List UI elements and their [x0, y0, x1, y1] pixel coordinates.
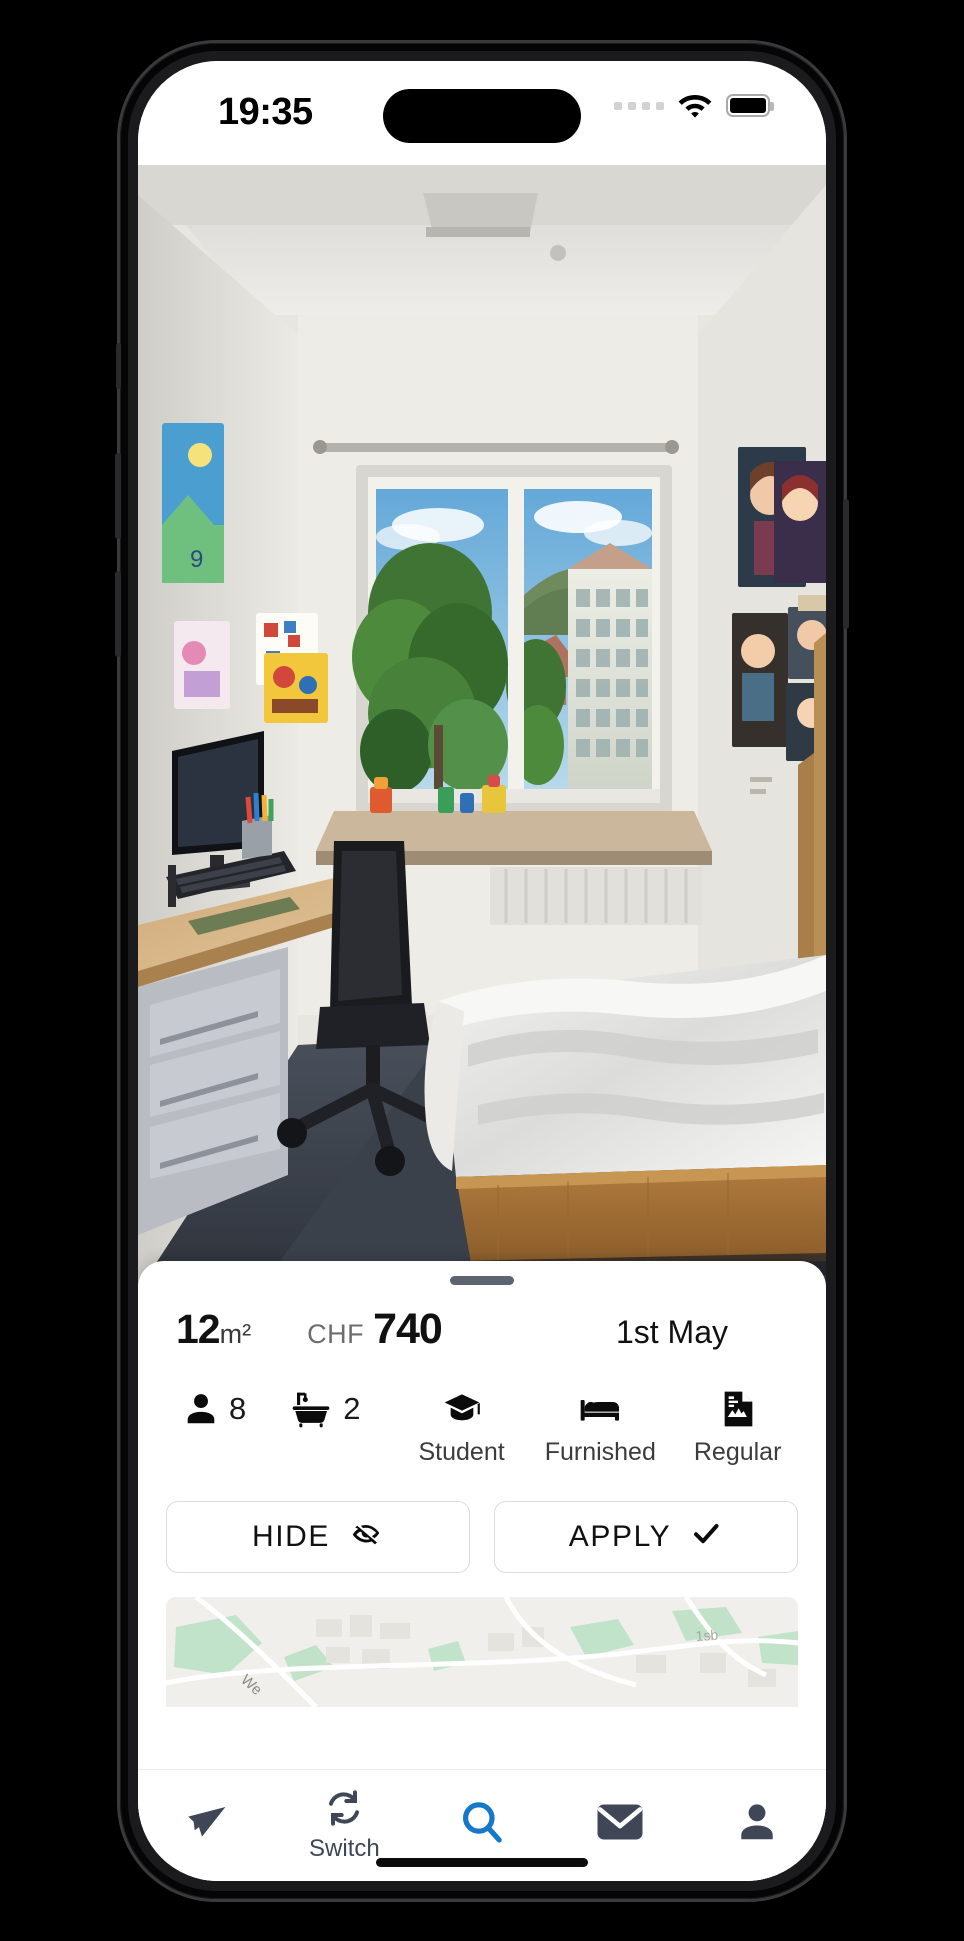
check-icon — [689, 1518, 723, 1556]
map-preview[interactable]: We 1sb — [166, 1596, 798, 1707]
apply-button-label: APPLY — [568, 1519, 672, 1553]
currency-label: CHF — [307, 1318, 365, 1349]
graduation-cap-icon — [440, 1385, 484, 1433]
bathroom-count: 2 — [343, 1390, 361, 1426]
nav-item-flights[interactable] — [138, 1770, 276, 1881]
status-indicators — [614, 93, 774, 119]
occupants-count-group: 8 — [182, 1385, 246, 1433]
status-time: 19:35 — [218, 90, 313, 133]
refresh-switch-icon — [322, 1788, 366, 1833]
person-icon — [733, 1799, 781, 1850]
amenity-student: Student — [419, 1385, 505, 1467]
dynamic-island — [383, 88, 581, 143]
amenity-occupants: 8 — [182, 1385, 246, 1433]
svg-text:9: 9 — [190, 546, 203, 573]
signal-dots-icon — [614, 101, 664, 110]
action-buttons: HIDE APPLY — [138, 1500, 826, 1573]
svg-text:1sb: 1sb — [695, 1626, 719, 1644]
amenity-bathrooms: 2 — [290, 1385, 361, 1433]
available-from-date: 1st May — [615, 1313, 728, 1350]
occupants-count: 8 — [229, 1390, 247, 1426]
power-button[interactable] — [843, 498, 849, 629]
battery-full-icon — [726, 94, 774, 117]
listing-summary-row: 12m² CHF 740 1st May — [138, 1305, 826, 1379]
bathroom-count-group: 2 — [290, 1385, 361, 1433]
status-bar: 19:35 — [138, 60, 826, 165]
amenity-label-contract: Regular — [693, 1437, 782, 1466]
eye-off-icon — [348, 1518, 384, 1556]
nav-item-profile[interactable] — [688, 1770, 826, 1881]
phone-device: 9 12m² CHF 740 1st May 8 2 Student Furni… — [115, 42, 849, 1899]
amenity-label-furnished: Furnished — [544, 1437, 656, 1466]
volume-up-button[interactable] — [115, 452, 121, 539]
amenity-furnished: Furnished — [545, 1385, 656, 1467]
amenities-row: 8 2 Student Furnished Regular — [138, 1385, 826, 1489]
amenity-contract: Regular — [693, 1385, 782, 1467]
wifi-icon — [678, 93, 712, 119]
room-size-value: 12 — [176, 1305, 221, 1352]
airplane-icon — [181, 1799, 233, 1850]
room-size-unit: m² — [219, 1318, 252, 1349]
envelope-icon — [595, 1801, 645, 1848]
nav-label-switch: Switch — [309, 1834, 380, 1862]
search-icon — [457, 1798, 507, 1851]
price-amount: 740 — [373, 1304, 443, 1353]
document-contract-icon — [719, 1385, 757, 1433]
silent-switch[interactable] — [116, 342, 121, 389]
hide-button[interactable]: HIDE — [166, 1500, 470, 1573]
amenity-label-student: Student — [418, 1437, 505, 1466]
room-size: 12m² — [176, 1306, 251, 1353]
apply-button[interactable]: APPLY — [494, 1500, 798, 1573]
bathtub-icon — [290, 1385, 334, 1433]
hide-button-label: HIDE — [251, 1519, 331, 1553]
phone-screen: 9 12m² CHF 740 1st May 8 2 Student Furni… — [138, 60, 826, 1881]
person-icon — [182, 1385, 220, 1433]
listing-photo[interactable]: 9 — [138, 164, 826, 1291]
volume-down-button[interactable] — [115, 570, 121, 657]
bed-icon — [577, 1385, 623, 1433]
drag-handle[interactable] — [450, 1275, 514, 1285]
rent-price: CHF 740 — [307, 1304, 443, 1354]
screenshot-stage: 9 12m² CHF 740 1st May 8 2 Student Furni… — [0, 0, 964, 1941]
home-indicator[interactable] — [376, 1857, 588, 1867]
